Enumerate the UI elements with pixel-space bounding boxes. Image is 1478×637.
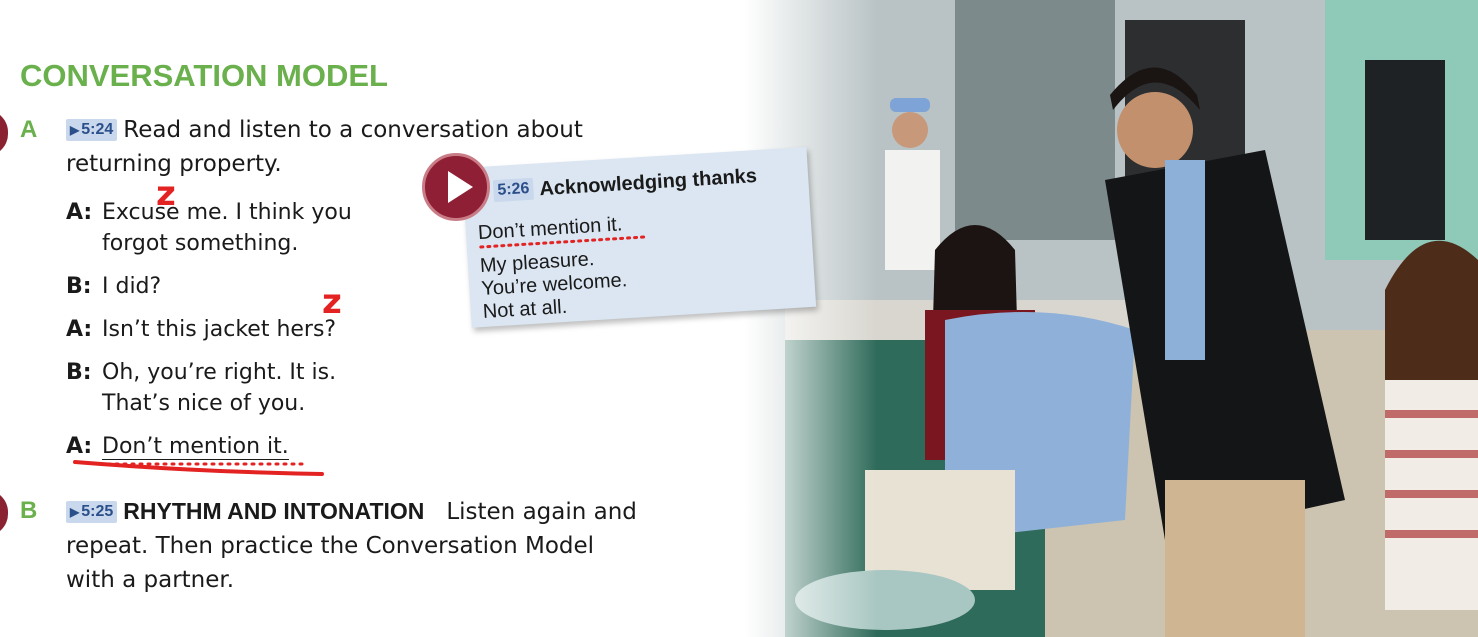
play-icon: ▶	[70, 123, 80, 137]
audio-play-button-a[interactable]: ▶ 5:24	[66, 119, 118, 141]
acknowledging-thanks-card: 5:26 Acknowledging thanks Don’t mention i…	[462, 146, 817, 328]
part-b-letter: B	[20, 497, 38, 524]
section-a-tab	[0, 110, 8, 156]
part-b-instruction: ▶ 5:25 RHYTHM AND INTONATION Listen again …	[66, 494, 637, 597]
part-a-letter: A	[20, 116, 38, 143]
play-icon	[448, 171, 473, 203]
play-button[interactable]	[422, 153, 490, 221]
diner-photo	[745, 0, 1478, 637]
dialogue-line-3: A: Isn’t this jacket hers?	[66, 317, 337, 342]
dialogue-line-2: B: I did?	[66, 274, 162, 299]
card-title: 5:26 Acknowledging thanks	[492, 164, 758, 204]
card-item: Don’t mention it.	[477, 213, 623, 245]
section-b-tab	[0, 490, 8, 536]
dialogue-line-5: A: Don’t mention it.	[66, 434, 289, 460]
red-underline-mark	[73, 460, 324, 476]
audio-play-button-b[interactable]: ▶ 5:25	[66, 501, 118, 523]
dialogue-line-1: A: Excuse me. I think you forgot somethin…	[66, 200, 352, 256]
audio-track-label-c[interactable]: 5:26	[492, 177, 535, 203]
section-title: CONVERSATION MODEL	[20, 58, 388, 93]
play-icon: ▶	[70, 505, 80, 519]
dialogue-line-4: B: Oh, you’re right. It is. That’s nice o…	[66, 360, 337, 416]
card-item: Not at all.	[482, 295, 568, 323]
